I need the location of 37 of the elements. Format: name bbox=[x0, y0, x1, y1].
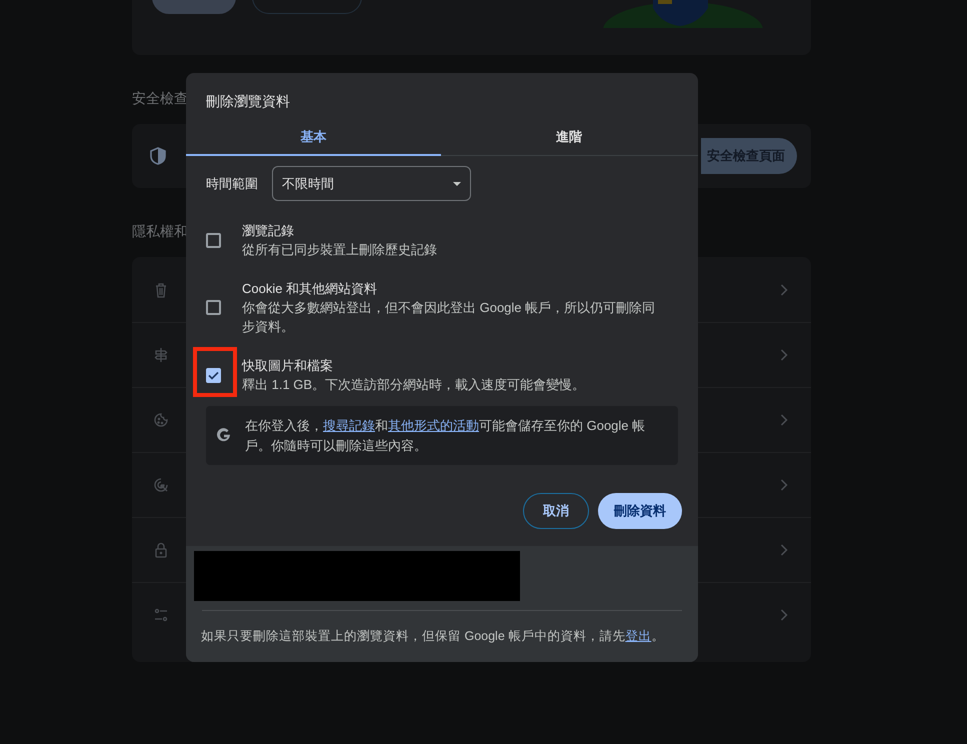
dropdown-arrow-icon bbox=[453, 182, 461, 186]
cancel-button[interactable]: 取消 bbox=[523, 493, 589, 529]
shield-icon bbox=[150, 147, 166, 165]
option-description: 釋出 1.1 GB。下次造訪部分網站時，載入速度可能會變慢。 bbox=[242, 376, 586, 394]
section-title: 安全檢查 bbox=[132, 90, 188, 106]
cookie-icon bbox=[153, 412, 169, 428]
tab[interactable]: 基本 bbox=[186, 120, 441, 156]
checkbox[interactable] bbox=[206, 232, 221, 248]
link[interactable]: 其他形式的活動 bbox=[388, 418, 479, 432]
checkbox[interactable] bbox=[206, 368, 221, 382]
sign-out-link[interactable]: 登出 bbox=[625, 629, 652, 643]
time-range-dropdown[interactable]: 不限時間 bbox=[272, 166, 471, 201]
signpost-icon bbox=[153, 347, 169, 363]
option-description: 你會從大多數網站登出，但不會因此登出 Google 帳戶，所以仍可刪除同步資料。 bbox=[242, 299, 656, 336]
option-title: 瀏覽記錄 bbox=[242, 222, 295, 240]
notice-text: 在你登入後，搜尋記錄和其他形式的活動可能會儲存至你的 Google 帳戶。你隨時可以刪除這些內容。 bbox=[245, 416, 646, 454]
footer-text: 如果只要刪除這部裝置上的瀏覽資料，但保留 Google 帳戶中的資料，請先登出。 bbox=[201, 628, 666, 645]
chevron-right-icon[interactable] bbox=[780, 414, 788, 426]
sliders-icon bbox=[153, 607, 169, 623]
link[interactable]: 搜尋記錄 bbox=[323, 418, 375, 432]
time-range-label: 時間範圍 bbox=[206, 174, 258, 192]
chevron-right-icon[interactable] bbox=[780, 479, 788, 491]
chevron-right-icon[interactable] bbox=[780, 544, 788, 556]
tab[interactable]: 進階 bbox=[441, 120, 697, 156]
delete-data-button[interactable]: 刪除資料 bbox=[598, 493, 682, 529]
option-description: 從所有已同步裝置上刪除歷史記錄 bbox=[242, 241, 438, 259]
chevron-right-icon[interactable] bbox=[780, 609, 788, 621]
trash-icon bbox=[153, 282, 169, 298]
cursor-target-icon bbox=[153, 477, 169, 493]
dialog-title: 刪除瀏覽資料 bbox=[205, 92, 291, 110]
chevron-right-icon[interactable] bbox=[780, 349, 788, 361]
g-letter-icon bbox=[216, 428, 232, 444]
chevron-right-icon[interactable] bbox=[780, 284, 788, 296]
option-title: Cookie 和其他網站資料 bbox=[242, 280, 378, 298]
checkbox[interactable] bbox=[206, 300, 221, 315]
option-title: 快取圖片和檔案 bbox=[242, 357, 334, 375]
lock-icon bbox=[153, 542, 169, 558]
